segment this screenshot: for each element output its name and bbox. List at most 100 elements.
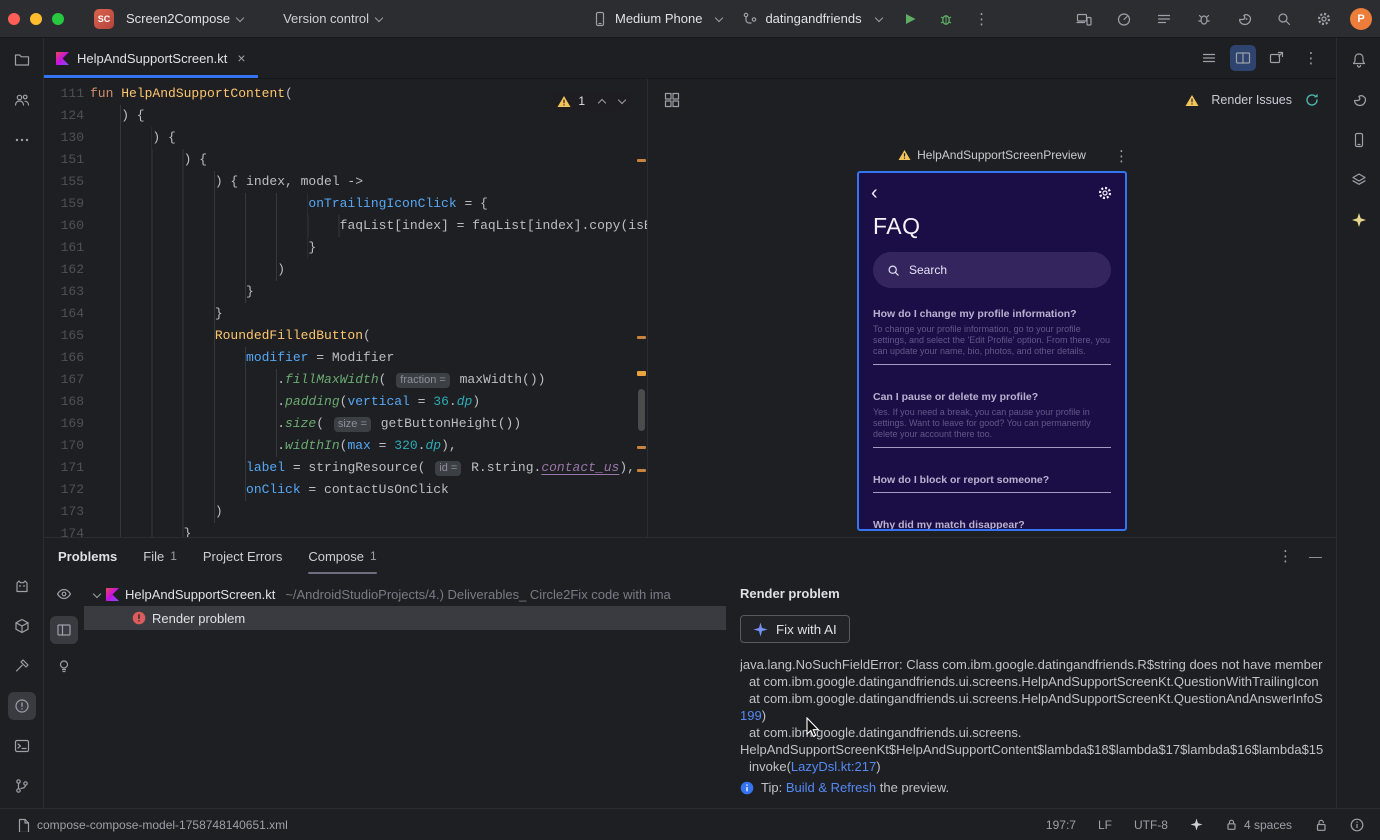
code-line[interactable]: 173) bbox=[44, 501, 647, 523]
gradle-sync-button[interactable] bbox=[1230, 5, 1258, 33]
layout-inspector-button[interactable] bbox=[1345, 166, 1373, 194]
line-number[interactable]: 172 bbox=[44, 479, 84, 501]
line-number[interactable]: 130 bbox=[44, 127, 84, 149]
editor-more-button[interactable]: ⋮ bbox=[1298, 45, 1324, 71]
build-refresh-link[interactable]: Build & Refresh bbox=[786, 780, 876, 795]
line-number[interactable]: 111 bbox=[44, 83, 84, 105]
code-line[interactable]: 163} bbox=[44, 281, 647, 303]
todo-button[interactable] bbox=[1150, 5, 1178, 33]
caret-position[interactable]: 197:7 bbox=[1046, 818, 1076, 832]
inspection-widget[interactable]: 1 bbox=[551, 91, 631, 111]
editor-list-button[interactable] bbox=[1196, 45, 1222, 71]
code-line[interactable]: 172 onClick = contactUsOnClick bbox=[44, 479, 647, 501]
line-number[interactable]: 171 bbox=[44, 457, 84, 479]
line-number[interactable]: 155 bbox=[44, 171, 84, 193]
code-line[interactable]: 169. size( size = getButtonHeight()) bbox=[44, 413, 647, 435]
preview-frame[interactable]: ‹ FAQ Search How do I change my profile … bbox=[857, 171, 1127, 531]
kebab-icon[interactable]: ⋮ bbox=[1278, 547, 1293, 565]
device-mirroring-button[interactable] bbox=[1070, 5, 1098, 33]
line-number[interactable]: 163 bbox=[44, 281, 84, 303]
problems-tab-file[interactable]: File 1 bbox=[143, 538, 177, 574]
debug-button[interactable] bbox=[932, 5, 960, 33]
logcat-tool-button[interactable] bbox=[8, 572, 36, 600]
fix-with-ai-button[interactable]: Fix with AI bbox=[740, 615, 850, 643]
stack-trace-link[interactable]: LazyDsl.kt:217 bbox=[791, 759, 876, 774]
file-encoding[interactable]: UTF-8 bbox=[1134, 818, 1168, 832]
code-line[interactable]: 174} bbox=[44, 523, 647, 537]
line-number[interactable]: 169 bbox=[44, 413, 84, 435]
problems-tab-problems[interactable]: Problems bbox=[58, 538, 117, 574]
problems-file-row[interactable]: HelpAndSupportScreen.kt ~/AndroidStudioP… bbox=[84, 582, 726, 606]
run-button[interactable] bbox=[896, 5, 924, 33]
autoscroll-button[interactable] bbox=[50, 580, 78, 608]
code-line[interactable]: 151) { bbox=[44, 149, 647, 171]
code-line[interactable]: 167. fillMaxWidth( fraction = maxWidth()) bbox=[44, 369, 647, 391]
line-number[interactable]: 151 bbox=[44, 149, 84, 171]
settings-button[interactable] bbox=[1310, 5, 1338, 33]
chevron-expanded-icon[interactable] bbox=[92, 589, 102, 599]
structure-tool-button[interactable] bbox=[8, 86, 36, 114]
zoom-window-button[interactable] bbox=[52, 12, 64, 25]
code-line[interactable]: 166 modifier = Modifier bbox=[44, 347, 647, 369]
stripe-warning-mark[interactable] bbox=[637, 336, 646, 339]
stack-trace-link[interactable]: 199 bbox=[740, 708, 762, 723]
line-number[interactable]: 166 bbox=[44, 347, 84, 369]
more-tools-button[interactable] bbox=[8, 126, 36, 154]
kebab-icon[interactable]: ⋮ bbox=[1114, 147, 1129, 165]
line-number[interactable]: 170 bbox=[44, 435, 84, 457]
editor-scrollbar[interactable] bbox=[638, 389, 645, 431]
code-line[interactable]: 170. widthIn(max = 320. dp), bbox=[44, 435, 647, 457]
split-editor-button[interactable] bbox=[1230, 45, 1256, 71]
avatar[interactable]: P bbox=[1350, 7, 1372, 30]
ai-status-icon[interactable] bbox=[1190, 818, 1203, 831]
project-widget[interactable]: Screen2Compose bbox=[126, 11, 245, 26]
stripe-warning-mark[interactable] bbox=[637, 371, 646, 376]
info-status-icon[interactable] bbox=[1350, 818, 1364, 832]
code-line[interactable]: 130) { bbox=[44, 127, 647, 149]
stripe-warning-mark[interactable] bbox=[637, 469, 646, 472]
terminal-tool-button[interactable] bbox=[8, 732, 36, 760]
line-number[interactable]: 124 bbox=[44, 105, 84, 127]
status-file-widget[interactable]: compose-compose-model-1758748140651.xml bbox=[16, 818, 288, 832]
project-tool-button[interactable] bbox=[8, 46, 36, 74]
problems-tab-compose[interactable]: Compose 1 bbox=[308, 538, 378, 574]
gradle-tool-button[interactable] bbox=[1345, 86, 1373, 114]
code-line[interactable]: 159 onTrailingIconClick = { bbox=[44, 193, 647, 215]
next-issue-icon[interactable] bbox=[617, 95, 627, 105]
line-number[interactable]: 174 bbox=[44, 523, 84, 537]
line-separator[interactable]: LF bbox=[1098, 818, 1112, 832]
editor-tab[interactable]: HelpAndSupportScreen.kt × bbox=[44, 38, 258, 78]
gemini-button[interactable] bbox=[1345, 206, 1373, 234]
minimize-window-button[interactable] bbox=[30, 12, 42, 25]
problems-tool-button[interactable] bbox=[7, 692, 36, 720]
preview-layout-icon[interactable] bbox=[664, 92, 680, 108]
close-tab-icon[interactable]: × bbox=[237, 50, 245, 66]
build-refresh-icon[interactable] bbox=[1304, 92, 1320, 108]
search-everywhere-button[interactable] bbox=[1270, 5, 1298, 33]
app-insights-button[interactable] bbox=[1190, 5, 1218, 33]
run-config-selector[interactable]: datingandfriends bbox=[736, 7, 887, 31]
stripe-warning-mark[interactable] bbox=[637, 446, 646, 449]
version-control-tool-button[interactable] bbox=[8, 772, 36, 800]
line-number[interactable]: 168 bbox=[44, 391, 84, 413]
problems-tab-project-errors[interactable]: Project Errors bbox=[203, 538, 282, 574]
indent-widget[interactable]: 4 spaces bbox=[1225, 818, 1292, 832]
line-number[interactable]: 165 bbox=[44, 325, 84, 347]
details-view-button[interactable] bbox=[50, 616, 78, 644]
hide-panel-icon[interactable]: — bbox=[1309, 549, 1322, 564]
profiler-button[interactable] bbox=[1110, 5, 1138, 33]
line-number[interactable]: 161 bbox=[44, 237, 84, 259]
render-issues-widget[interactable]: Render Issues bbox=[1185, 92, 1320, 108]
code-line[interactable]: 160 faqList[index] = faqList[index].copy(… bbox=[44, 215, 647, 237]
code-editor[interactable]: 111 fun HelpAndSupportContent(124) {130) … bbox=[44, 79, 647, 537]
code-line[interactable]: 155) { index, model -> bbox=[44, 171, 647, 193]
build-tool-button[interactable] bbox=[8, 652, 36, 680]
notifications-button[interactable] bbox=[1345, 46, 1373, 74]
app-inspection-tool-button[interactable] bbox=[8, 612, 36, 640]
line-number[interactable]: 164 bbox=[44, 303, 84, 325]
close-window-button[interactable] bbox=[8, 12, 20, 25]
line-number[interactable]: 162 bbox=[44, 259, 84, 281]
code-line[interactable]: 171 label = stringResource( id = R.string… bbox=[44, 457, 647, 479]
readonly-toggle-icon[interactable] bbox=[1314, 818, 1328, 832]
running-devices-button[interactable] bbox=[1345, 126, 1373, 154]
